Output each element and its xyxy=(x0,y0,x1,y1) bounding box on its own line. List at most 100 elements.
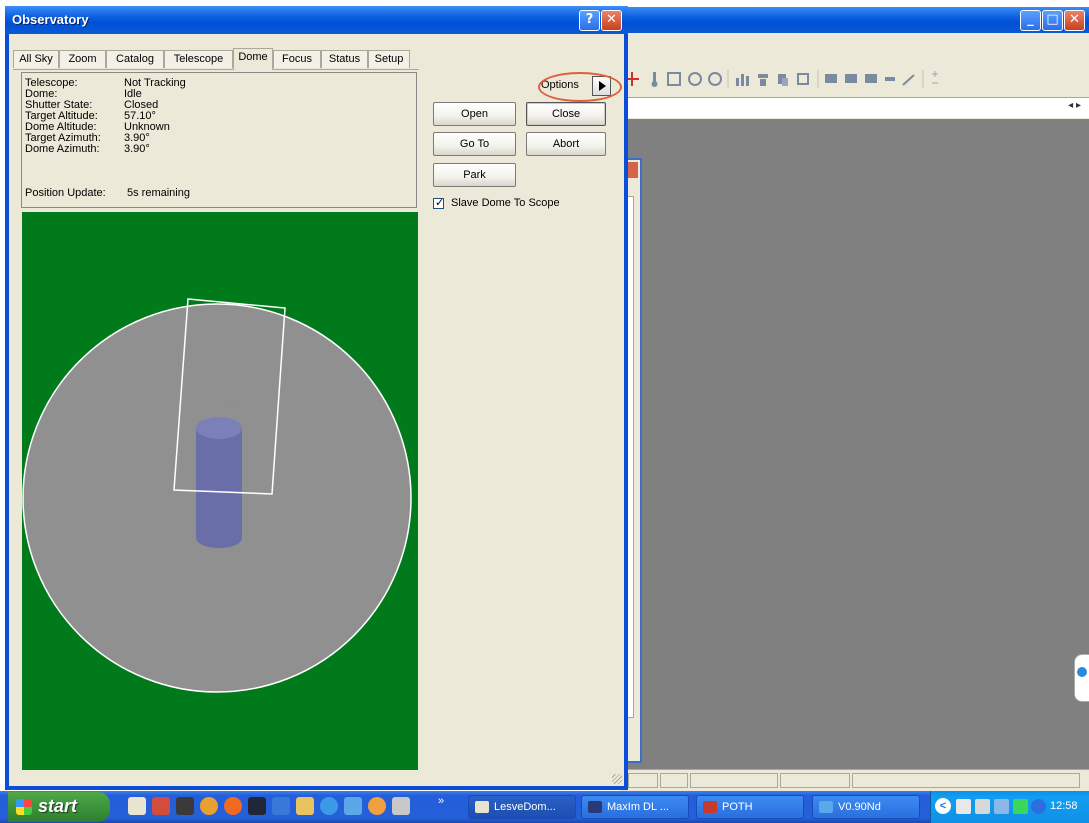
observatory-body: All Sky Zoom Catalog Telescope Dome Focu… xyxy=(9,34,624,786)
task-window-icon xyxy=(475,801,489,813)
window-cascade-icon[interactable] xyxy=(845,74,857,83)
tab-setup[interactable]: Setup xyxy=(368,50,410,68)
task-label: MaxIm DL ... xyxy=(607,801,669,813)
quicklaunch-more-icon[interactable]: » xyxy=(438,795,444,807)
task-poth[interactable]: POTH xyxy=(696,795,804,819)
window-title: Observatory xyxy=(12,12,89,27)
windows-flag-icon xyxy=(16,799,32,815)
observatory-titlebar[interactable]: Observatory ? ✕ xyxy=(5,6,628,34)
window-split-icon[interactable] xyxy=(865,74,877,83)
tab-dome[interactable]: Dome xyxy=(233,48,273,70)
focus-icon[interactable] xyxy=(708,72,722,86)
close-button[interactable]: ✕ xyxy=(601,10,622,31)
tray-network-icon[interactable] xyxy=(956,799,971,814)
square-icon[interactable] xyxy=(797,73,809,85)
layers-icon[interactable] xyxy=(778,74,788,86)
info-value: 3.90° xyxy=(124,143,150,155)
window-tile-icon[interactable] xyxy=(825,74,837,83)
quicklaunch-misc-icon[interactable] xyxy=(392,797,410,815)
task-telescope-icon xyxy=(588,801,602,813)
background-close-button[interactable]: ✕ xyxy=(1064,10,1085,31)
quicklaunch-desktop-icon[interactable] xyxy=(272,797,290,815)
task-v090nd[interactable]: V0.90Nd xyxy=(812,795,920,819)
task-label: POTH xyxy=(722,801,753,813)
task-label: V0.90Nd xyxy=(838,801,881,813)
help-button[interactable]: ? xyxy=(579,10,600,31)
observatory-window: Observatory ? ✕ All Sky Zoom Catalog Tel… xyxy=(5,6,628,790)
dome-info-panel: Telescope: Not Tracking Dome: Idle Shutt… xyxy=(21,72,417,208)
line-tool-icon[interactable] xyxy=(902,74,915,86)
tray-app-icon[interactable] xyxy=(994,799,1009,814)
quicklaunch-ie-icon[interactable] xyxy=(320,797,338,815)
stack-icon[interactable] xyxy=(758,74,768,86)
dome-diagram xyxy=(22,298,412,693)
tray-volume-icon[interactable] xyxy=(975,799,990,814)
quicklaunch-folder-icon[interactable] xyxy=(296,797,314,815)
tab-status[interactable]: Status xyxy=(321,50,368,68)
tray-popup-icon[interactable] xyxy=(1074,654,1089,702)
status-cell xyxy=(780,773,850,788)
status-cell xyxy=(660,773,688,788)
tab-zoom[interactable]: Zoom xyxy=(59,50,106,68)
tray-update-icon[interactable] xyxy=(1031,799,1046,814)
tab-focus[interactable]: Focus xyxy=(273,50,321,68)
dome-view[interactable] xyxy=(22,212,418,770)
info-value: 5s remaining xyxy=(127,187,190,199)
tab-divider xyxy=(13,69,419,70)
slave-dome-label: Slave Dome To Scope xyxy=(451,197,560,209)
quicklaunch-terminal-icon[interactable] xyxy=(248,797,266,815)
tray-security-icon[interactable] xyxy=(1013,799,1028,814)
tab-all-sky[interactable]: All Sky xyxy=(13,50,59,68)
minimize-button[interactable]: _ xyxy=(1020,10,1041,31)
status-cell xyxy=(852,773,1080,788)
goto-button[interactable]: Go To xyxy=(433,132,516,156)
resize-grip-icon[interactable] xyxy=(612,774,622,784)
background-titlebar[interactable]: _ □ ✕ xyxy=(620,7,1089,33)
slave-dome-checkbox[interactable]: ✓ xyxy=(433,196,445,209)
info-label: Position Update: xyxy=(25,187,106,199)
abort-button[interactable]: Abort xyxy=(526,132,606,156)
task-lesvedom[interactable]: LesveDom... xyxy=(468,795,576,819)
background-workspace xyxy=(620,119,1089,769)
telescope-tube xyxy=(196,400,242,548)
background-subbar: ◂ ▸ xyxy=(620,97,1089,118)
quicklaunch-app-icon[interactable] xyxy=(152,797,170,815)
filter-icon[interactable] xyxy=(688,72,702,86)
scroll-arrows[interactable]: ◂ ▸ xyxy=(1068,100,1081,111)
system-tray: < 12:58 xyxy=(930,791,1089,823)
open-button[interactable]: Open xyxy=(433,102,516,126)
status-cell xyxy=(628,773,658,788)
status-cell xyxy=(690,773,778,788)
quicklaunch-firefox-icon[interactable] xyxy=(224,797,242,815)
clock: 12:58 xyxy=(1050,800,1078,812)
park-button[interactable]: Park xyxy=(433,163,516,187)
quicklaunch-tool-icon[interactable] xyxy=(176,797,194,815)
tray-expand-icon[interactable]: < xyxy=(935,798,951,814)
quicklaunch-media-icon[interactable] xyxy=(200,797,218,815)
task-label: LesveDom... xyxy=(494,801,556,813)
toolbar-icons xyxy=(625,70,938,88)
maximize-button[interactable]: □ xyxy=(1042,10,1063,31)
task-poth-icon xyxy=(703,801,717,813)
grid-tool-icon[interactable] xyxy=(667,72,681,86)
annotation-circle xyxy=(538,72,622,102)
quicklaunch-chrome-icon[interactable] xyxy=(368,797,386,815)
quicklaunch-network-icon[interactable] xyxy=(344,797,362,815)
background-statusbar xyxy=(620,769,1089,792)
thermometer-icon[interactable] xyxy=(651,72,658,87)
quicklaunch-pen-icon[interactable] xyxy=(128,797,146,815)
tab-catalog[interactable]: Catalog xyxy=(106,50,164,68)
task-maxim-dl[interactable]: MaxIm DL ... xyxy=(581,795,689,819)
taskbar: start » LesveDom... MaxIm DL ... POTH V0… xyxy=(0,791,1089,823)
start-button[interactable]: start xyxy=(8,792,110,822)
tab-telescope[interactable]: Telescope xyxy=(164,50,233,68)
task-dome-icon xyxy=(819,801,833,813)
bar-icon[interactable] xyxy=(885,77,895,81)
dome-close-button[interactable]: Close xyxy=(526,102,606,126)
background-toolbar xyxy=(620,64,1089,94)
histogram-icon[interactable] xyxy=(736,74,749,86)
checkmark-icon: ✓ xyxy=(435,196,445,209)
stepper-icon[interactable] xyxy=(932,71,938,84)
start-label: start xyxy=(38,796,78,816)
background-app-window: _ □ ✕ ◂ ▸ xyxy=(620,7,1089,792)
